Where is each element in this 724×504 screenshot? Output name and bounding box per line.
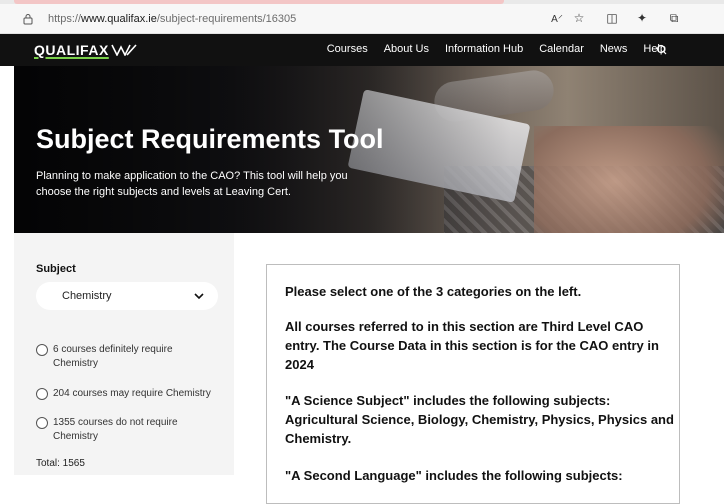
read-aloud-icon[interactable]: A⸍ — [548, 9, 566, 27]
logo-mark-icon — [111, 44, 137, 56]
page-title: Subject Requirements Tool — [36, 124, 384, 154]
chevron-down-icon — [194, 293, 204, 300]
info-paragraph: All courses referred to in this section … — [285, 319, 659, 372]
subject-select-value: Chemistry — [62, 290, 112, 302]
qualifax-logo[interactable]: QUALIFAX — [34, 42, 137, 58]
nav-calendar[interactable]: Calendar — [539, 43, 584, 55]
radio-button[interactable] — [36, 417, 48, 429]
url-path: /subject-requirements/16305 — [156, 13, 297, 25]
subject-select[interactable]: Chemistry — [36, 282, 218, 310]
site-navbar: QUALIFAX Courses About Us Information Hu… — [0, 34, 724, 66]
url-scheme: https:// — [48, 13, 82, 25]
active-tab[interactable] — [14, 0, 504, 4]
hero-banner: Subject Requirements Tool Planning to ma… — [14, 66, 724, 233]
radio-may-require[interactable]: 204 courses may require Chemistry — [36, 387, 213, 401]
tab-strip — [0, 0, 724, 4]
filter-sidebar: Subject Chemistry 6 courses definitely r… — [14, 233, 234, 475]
radio-label: 6 courses definitely require Chemistry — [53, 344, 173, 369]
split-screen-icon[interactable]: ◫ — [603, 9, 621, 27]
nav-courses[interactable]: Courses — [327, 43, 368, 55]
collections-icon[interactable]: ⧉ — [665, 9, 683, 27]
search-icon[interactable] — [655, 43, 669, 57]
nav-about-us[interactable]: About Us — [384, 43, 429, 55]
browser-toolbar: https://www.qualifax.ie/subject-requirem… — [0, 0, 724, 34]
info-paragraph: Please select one of the 3 categories on… — [285, 284, 582, 299]
subject-label: Subject — [36, 263, 76, 275]
radio-button[interactable] — [36, 344, 48, 356]
nav-news[interactable]: News — [600, 43, 628, 55]
page-subtitle: Planning to make application to the CAO?… — [36, 170, 348, 198]
radio-label: 204 courses may require Chemistry — [53, 388, 211, 399]
nav-links: Courses About Us Information Hub Calenda… — [327, 43, 666, 55]
total-count: Total: 1565 — [36, 458, 85, 469]
logo-text: QUALIFAX — [34, 42, 109, 58]
favorites-icon[interactable]: ✦ — [633, 9, 651, 27]
address-bar[interactable]: https://www.qualifax.ie/subject-requirem… — [22, 9, 622, 29]
lock-icon — [23, 14, 33, 25]
url-host: www.qualifax.ie — [81, 13, 157, 25]
nav-information-hub[interactable]: Information Hub — [445, 43, 523, 55]
info-paragraph: "A Science Subject" includes the followi… — [285, 393, 674, 446]
browser-actions: A⸍ — [548, 9, 566, 27]
info-paragraph: "A Second Language" includes the followi… — [285, 468, 623, 483]
info-panel: Please select one of the 3 categories on… — [266, 264, 680, 504]
radio-do-not-require[interactable]: 1355 courses do not require Chemistry — [36, 416, 213, 444]
radio-button[interactable] — [36, 388, 48, 400]
radio-label: 1355 courses do not require Chemistry — [53, 417, 178, 442]
radio-definitely-require[interactable]: 6 courses definitely require Chemistry — [36, 343, 213, 371]
favorite-star-icon[interactable]: ☆ — [570, 9, 588, 27]
